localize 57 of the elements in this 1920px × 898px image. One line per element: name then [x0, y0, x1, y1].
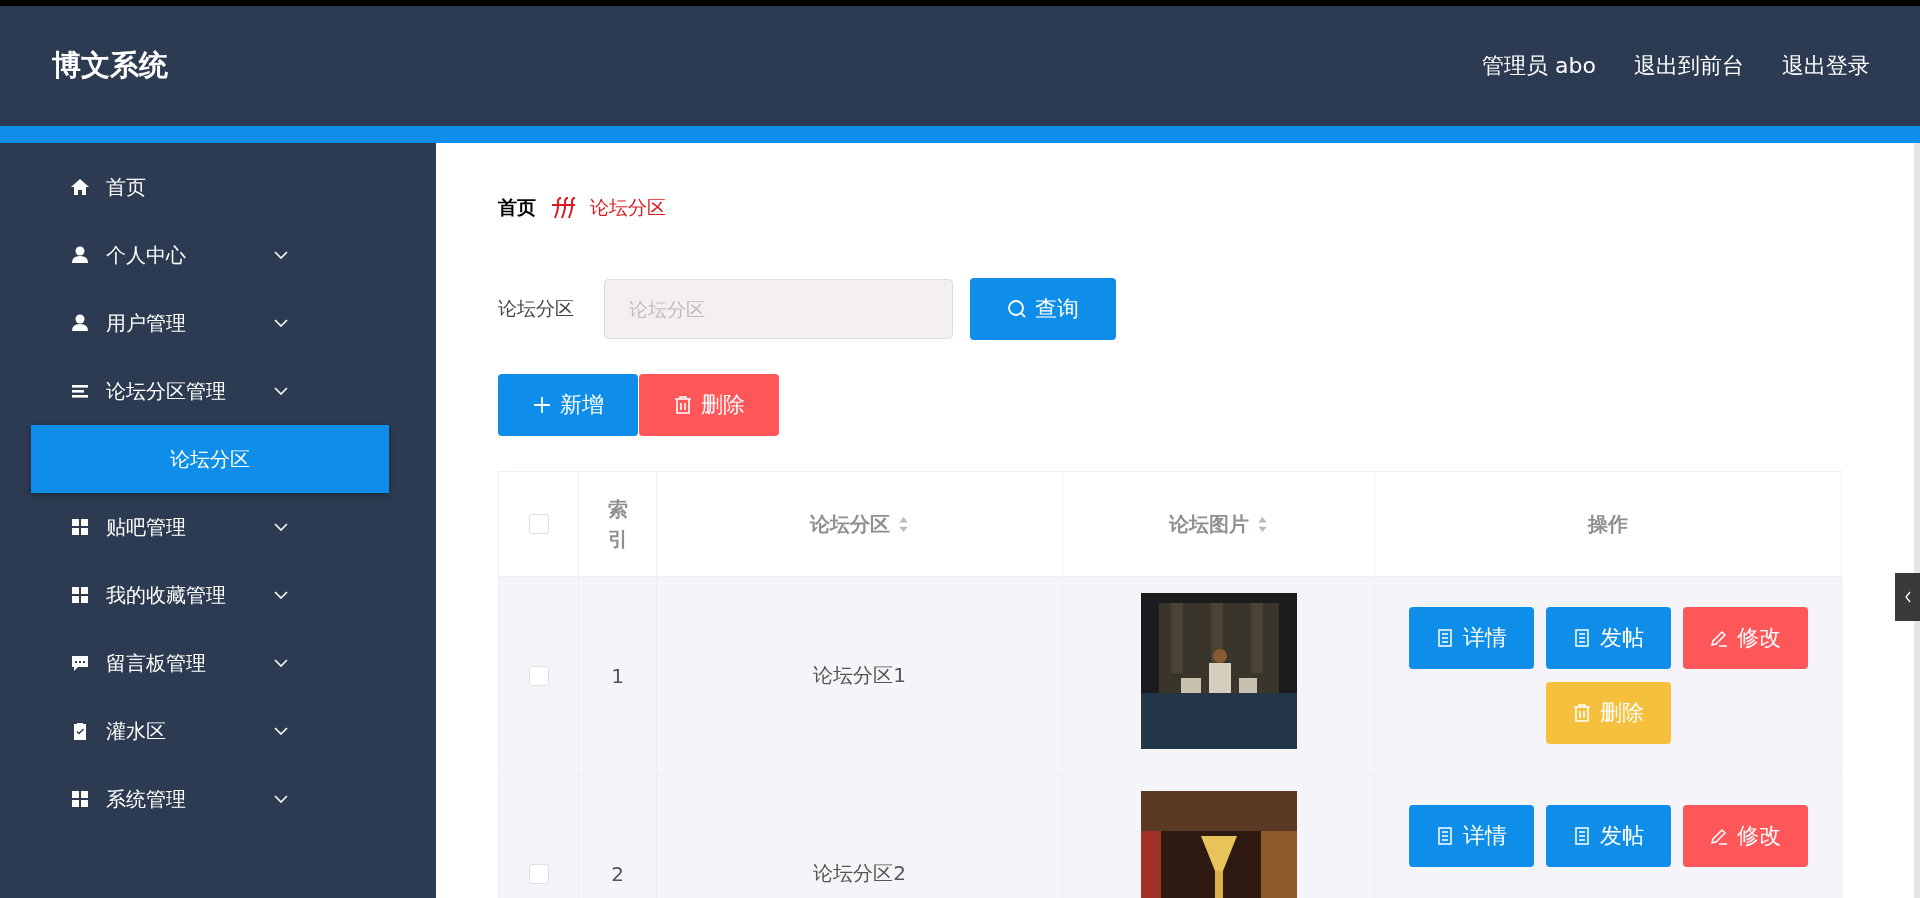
table-cell: 论坛分区2	[813, 860, 906, 887]
sidebar-item[interactable]: 系统管理	[0, 765, 436, 833]
grid-icon	[70, 789, 90, 809]
chat-icon	[70, 653, 90, 673]
chevron-down-icon	[274, 319, 288, 327]
chevron-down-icon	[274, 659, 288, 667]
column-header: 索引	[606, 496, 629, 553]
chevron-down-icon	[274, 591, 288, 599]
user-icon	[70, 313, 90, 333]
document-icon	[1435, 628, 1455, 648]
column-header: 操作	[1588, 510, 1628, 538]
home-icon	[70, 177, 90, 197]
app-title: 博文系统	[52, 47, 168, 84]
sidebar-item[interactable]: 灌水区	[0, 697, 436, 765]
search-icon	[1007, 299, 1027, 319]
header-link[interactable]: 退出登录	[1782, 51, 1870, 81]
table-cell: 1	[611, 663, 624, 688]
sidebar-item[interactable]: 个人中心	[0, 221, 436, 289]
trash-icon	[1572, 703, 1592, 723]
sidebar-item[interactable]: 首页	[0, 153, 436, 221]
sidebar-item[interactable]: 贴吧管理	[0, 493, 436, 561]
chevron-down-icon	[274, 727, 288, 735]
sidebar-item[interactable]: 留言板管理	[0, 629, 436, 697]
trash-icon	[673, 395, 693, 415]
separator-icon	[550, 196, 576, 220]
sidebar-item[interactable]: 论坛分区管理	[0, 357, 436, 425]
chevron-down-icon	[274, 251, 288, 259]
column-header: 论坛分区	[810, 510, 890, 538]
user-icon	[70, 245, 90, 265]
document-icon	[1572, 826, 1592, 846]
pencil-icon	[1709, 826, 1729, 846]
checkbox[interactable]	[528, 665, 549, 686]
grid-icon	[70, 517, 90, 537]
sort-icon[interactable]	[898, 515, 909, 533]
breadcrumb-item[interactable]: 论坛分区	[590, 195, 666, 221]
chevron-down-icon	[274, 523, 288, 531]
checkbox[interactable]	[528, 863, 549, 884]
sort-icon[interactable]	[1257, 515, 1268, 533]
plus-icon	[532, 395, 552, 415]
chevron-down-icon	[274, 795, 288, 803]
document-icon	[1572, 628, 1592, 648]
sidebar-item[interactable]: 我的收藏管理	[0, 561, 436, 629]
chevron-down-icon	[274, 387, 288, 395]
checkbox[interactable]	[528, 514, 549, 534]
sidebar-item[interactable]: 用户管理	[0, 289, 436, 357]
table-cell: 2	[611, 861, 624, 886]
breadcrumb-item[interactable]: 首页	[498, 195, 536, 221]
header-link[interactable]: 退出到前台	[1634, 51, 1744, 81]
document-icon	[1435, 826, 1455, 846]
collapse-tab[interactable]	[1895, 573, 1920, 621]
chevron-left-icon	[1903, 591, 1912, 603]
column-header: 论坛图片	[1169, 510, 1249, 538]
pencil-icon	[1709, 628, 1729, 648]
header-link[interactable]: 管理员 abo	[1482, 51, 1596, 81]
search-label: 论坛分区	[498, 296, 575, 321]
table-cell: 论坛分区1	[813, 662, 906, 689]
grid-icon	[70, 585, 90, 605]
